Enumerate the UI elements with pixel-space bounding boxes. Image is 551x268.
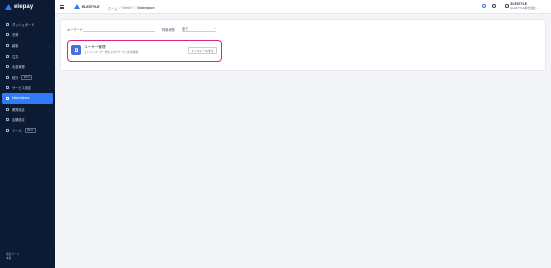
sidebar: elepay ダッシュボード 決済 顧客 › 注文 出金管理 › 統計 BETA サービス設定 › M… [0, 0, 55, 268]
sidebar-item-4[interactable]: 出金管理 › [0, 61, 55, 72]
service-icon [6, 86, 9, 90]
org-logo-icon [74, 4, 80, 9]
dashboard-icon [6, 22, 9, 26]
store-icon [6, 118, 9, 122]
elepay-logo[interactable]: elepay [5, 4, 33, 10]
sidebar-item-label: 注文 [12, 54, 19, 59]
sidebar-item-0[interactable]: ダッシュボード [0, 19, 55, 30]
marketplace-icon [6, 96, 9, 100]
beta-badge: BETA [24, 127, 36, 133]
chevron-right-icon: › [49, 107, 50, 112]
logo-text: elepay [14, 4, 34, 10]
app-card-user-management[interactable]: ユーザー管理 エレペイユーザー登録されずサービス利用機能 インストールする [67, 40, 222, 62]
sidebar-item-label: ツール [12, 128, 22, 133]
payment-icon [6, 33, 9, 37]
sidebar-item-1[interactable]: 決済 [0, 30, 55, 41]
marketplace-panel: キーワード 利用状態 全て ⌄ ユーザー管理 エレペイユーザー登録されずサービス… [60, 19, 546, 71]
chevron-right-icon: › [49, 44, 50, 49]
help-icon[interactable] [482, 4, 486, 8]
user-menu[interactable]: ELESTYLE ELESTYLE株式会社... [505, 2, 539, 10]
chevron-right-icon: › [49, 86, 50, 91]
sidebar-item-10[interactable]: ツール BETA [0, 125, 55, 136]
env-mode: 環境モード ◦ 本番 ◦ [6, 252, 51, 260]
top-header: ELESTYLE ホーム / ElestYl / Marketplace ELE… [55, 0, 551, 14]
keyword-input[interactable] [83, 26, 155, 32]
tool-icon [6, 128, 9, 132]
app-name: ユーザー管理 [84, 44, 106, 49]
app-description: エレペイユーザー登録されずサービス利用機能 [84, 51, 139, 54]
developer-icon [6, 107, 9, 111]
withdrawal-icon [6, 65, 9, 69]
sidebar-item-label: 店舗設定 [12, 118, 25, 123]
status-label: 利用状態 [162, 27, 175, 32]
filter-row: キーワード 利用状態 全て ⌄ [67, 26, 216, 32]
menu-icon[interactable] [60, 5, 64, 9]
install-button[interactable]: インストールする [188, 47, 217, 54]
status-value: 全て [182, 27, 189, 31]
sidebar-item-7[interactable]: Marketplace [2, 93, 53, 104]
sidebar-item-label: Marketplace [12, 96, 30, 101]
order-icon [6, 54, 9, 58]
breadcrumb-current: Marketplace [137, 5, 155, 10]
breadcrumb-home[interactable]: ホーム [108, 6, 117, 11]
sidebar-nav: ダッシュボード 決済 顧客 › 注文 出金管理 › 統計 BETA サービス設定 › Marketpl… [0, 19, 55, 136]
collapse-icon[interactable]: ◦ [50, 256, 51, 260]
chevron-right-icon: › [49, 65, 50, 70]
status-select[interactable]: 全て ⌄ [182, 26, 216, 32]
env-mode-value: 本番 [6, 257, 12, 260]
sidebar-item-label: 顧客 [12, 43, 19, 48]
sidebar-item-label: 開発設定 [12, 107, 25, 112]
sidebar-item-label: 出金管理 [12, 65, 25, 70]
stats-icon [6, 75, 9, 79]
user-company: ELESTYLE株式会社... [510, 5, 539, 10]
sidebar-item-3[interactable]: 注文 [0, 51, 55, 62]
breadcrumb-org[interactable]: ElestYl [122, 6, 132, 11]
breadcrumb: ホーム / ElestYl / Marketplace [108, 5, 155, 11]
user-app-icon [71, 45, 81, 55]
sidebar-item-9[interactable]: 店舗設定 [0, 114, 55, 125]
sidebar-item-6[interactable]: サービス設定 › [0, 83, 55, 94]
sidebar-item-5[interactable]: 統計 BETA [0, 72, 55, 83]
sidebar-item-label: 決済 [12, 33, 19, 38]
download-icon[interactable] [492, 4, 496, 8]
sidebar-item-label: サービス設定 [12, 86, 32, 91]
header-actions [482, 4, 496, 8]
sidebar-item-label: ダッシュボード [12, 22, 35, 27]
org-switcher[interactable]: ELESTYLE [74, 4, 100, 9]
keyword-label: キーワード [67, 27, 83, 32]
beta-badge: BETA [21, 74, 33, 80]
org-name: ELESTYLE [82, 4, 100, 9]
sidebar-item-label: 統計 [12, 75, 19, 80]
customer-icon [6, 43, 9, 47]
chevron-down-icon: ⌄ [213, 26, 216, 30]
elepay-logo-icon [5, 4, 12, 10]
sidebar-item-2[interactable]: 顧客 › [0, 40, 55, 51]
sidebar-item-8[interactable]: 開発設定 › [0, 104, 55, 115]
user-icon [505, 4, 509, 8]
